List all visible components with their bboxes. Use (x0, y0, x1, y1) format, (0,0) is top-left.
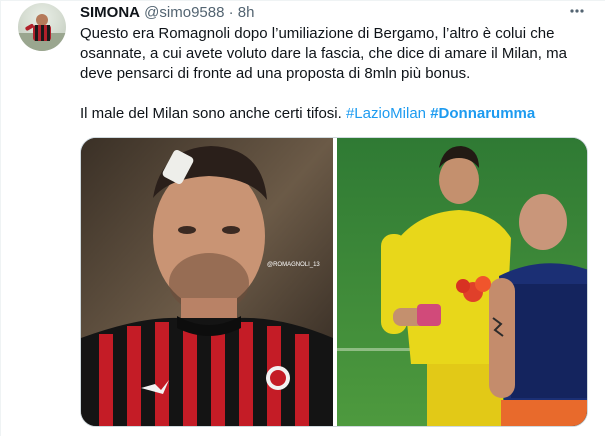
media-photo: @ROMAGNOLI_13 (81, 138, 587, 426)
timestamp[interactable]: 8h (238, 4, 255, 21)
separator-dot: · (228, 4, 234, 21)
display-name[interactable]: SIMONA (80, 4, 140, 21)
tweet-text: Questo era Romagnoli dopo l’umiliazione … (80, 24, 580, 124)
top-border (0, 0, 605, 1)
tweet-header: SIMONA @simo9588 · 8h (80, 3, 254, 23)
avatar[interactable] (18, 3, 66, 51)
image-watermark: @ROMAGNOLI_13 (267, 262, 320, 268)
tweet-paragraph-2-text: Il male del Milan sono anche certi tifos… (80, 105, 342, 122)
ellipsis-icon[interactable] (566, 2, 588, 22)
tweet-paragraph-1: Questo era Romagnoli dopo l’umiliazione … (80, 25, 567, 82)
left-border (0, 0, 1, 436)
left-photo: @ROMAGNOLI_13 (81, 138, 333, 426)
tweet-paragraph-2: Il male del Milan sono anche certi tifos… (80, 104, 580, 124)
more-options-icon (570, 9, 584, 13)
right-photo (337, 138, 587, 426)
hashtag-donnarumma[interactable]: #Donnarumma (430, 105, 535, 122)
user-handle[interactable]: @simo9588 (144, 4, 224, 21)
avatar-image (18, 14, 66, 51)
tweet-media[interactable]: @ROMAGNOLI_13 (80, 137, 588, 427)
hashtag-laziomilan[interactable]: #LazioMilan (346, 105, 426, 122)
